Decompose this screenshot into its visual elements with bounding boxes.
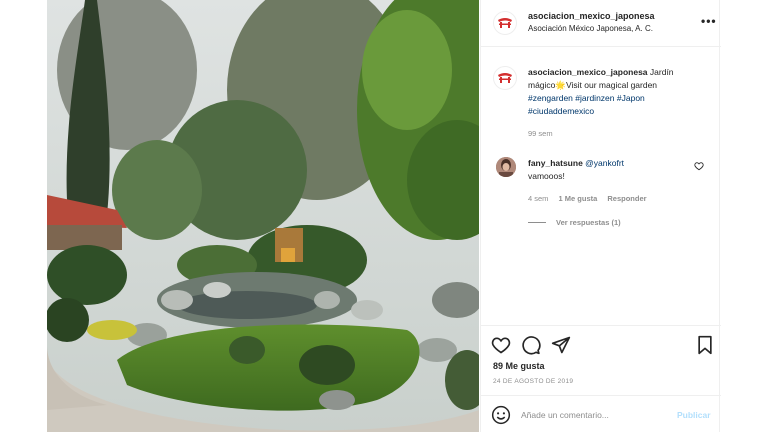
user-photo-icon	[496, 157, 516, 177]
replies-divider	[528, 222, 546, 223]
hashtag-ciudaddemexico[interactable]: #ciudaddemexico	[528, 106, 594, 116]
likes-count[interactable]: 89 Me gusta	[493, 361, 545, 371]
view-replies-button[interactable]: Ver respuestas (1)	[528, 218, 621, 227]
view-replies-label: Ver respuestas (1)	[556, 218, 621, 227]
comment-actions: 4 sem 1 Me gusta Responder	[528, 194, 655, 203]
caption-avatar[interactable]	[493, 66, 517, 90]
emoji-smiley-icon[interactable]	[491, 405, 511, 425]
like-comment-heart-icon[interactable]	[694, 161, 704, 171]
caption-time[interactable]: 99 sem	[528, 129, 553, 138]
publish-button[interactable]: Publicar	[677, 410, 711, 420]
account-avatar[interactable]	[493, 11, 517, 35]
post-actions: 89 Me gusta 24 DE AGOSTO DE 2019 Publica…	[481, 325, 721, 432]
garden-photo-illustration	[47, 0, 479, 432]
save-bookmark-icon[interactable]	[695, 335, 715, 355]
reply-button[interactable]: Responder	[607, 194, 646, 203]
post-side-panel: asociacion_mexico_japonesa Asociación Mé…	[480, 0, 721, 432]
hashtag-zengarden[interactable]: #zengarden	[528, 93, 573, 103]
header-location[interactable]: Asociación México Japonesa, A. C.	[528, 24, 653, 33]
comment-body: fany_hatsune @yankofrt vamooos!	[528, 157, 693, 183]
comment-time[interactable]: 4 sem	[528, 194, 548, 203]
comment-likes[interactable]: 1 Me gusta	[559, 194, 598, 203]
comment-input[interactable]	[521, 406, 661, 424]
like-heart-icon[interactable]	[491, 335, 511, 355]
sparkle-emoji-icon: 🌟	[555, 80, 566, 90]
more-options-icon[interactable]: •••	[701, 14, 717, 28]
header-username[interactable]: asociacion_mexico_japonesa	[528, 11, 655, 21]
share-send-icon[interactable]	[551, 335, 571, 355]
comment-username[interactable]: fany_hatsune	[528, 158, 583, 168]
comment-text: vamooos!	[528, 171, 565, 181]
caption-username[interactable]: asociacion_mexico_japonesa	[528, 67, 648, 77]
post-header: asociacion_mexico_japonesa Asociación Mé…	[481, 0, 721, 47]
instagram-post-view: asociacion_mexico_japonesa Asociación Mé…	[0, 0, 768, 432]
caption-text-after: Visit our magical garden	[566, 80, 658, 90]
comment-bubble-icon[interactable]	[521, 335, 541, 355]
add-comment-bar: Publicar	[481, 395, 721, 432]
comment-mention[interactable]: @yankofrt	[585, 158, 624, 168]
post-date[interactable]: 24 DE AGOSTO DE 2019	[493, 378, 573, 385]
hashtag-jardinzen[interactable]: #jardinzen	[575, 93, 614, 103]
hashtag-japon[interactable]: #Japon	[617, 93, 645, 103]
commenter-avatar[interactable]	[496, 157, 516, 177]
association-logo-icon	[498, 73, 512, 83]
association-logo-icon	[498, 18, 512, 28]
post-caption: asociacion_mexico_japonesa Jardín mágico…	[528, 66, 703, 118]
post-photo[interactable]	[47, 0, 479, 432]
